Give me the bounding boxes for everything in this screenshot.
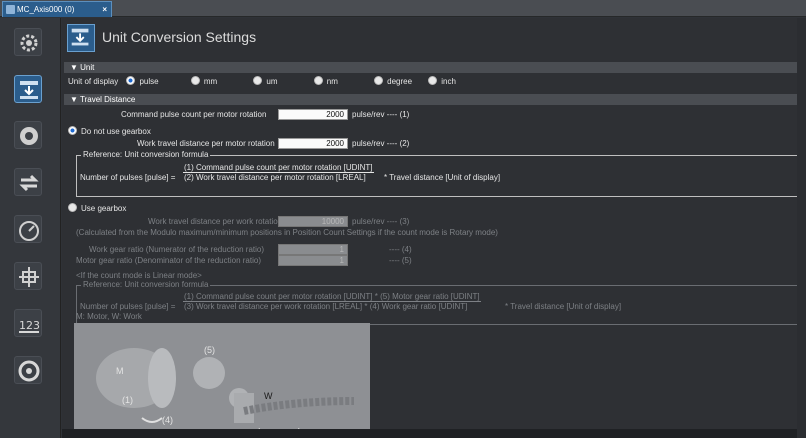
work-travel-unit: pulse/rev ---- (2) (352, 139, 410, 148)
unit-option-label: nm (326, 77, 338, 86)
unit-conversion-panel: Unit Conversion Settings ▼ Unit Unit of … (62, 18, 806, 438)
homing-settings-button[interactable] (14, 356, 42, 384)
unit-option-label: degree (387, 77, 413, 86)
unit-radio-degree[interactable] (374, 76, 384, 85)
work-rotation-input[interactable]: 10000 (278, 216, 348, 227)
document-tab-bar: MC_Axis000 (0) × (0, 0, 806, 17)
motor-gear-ratio-label: Motor gear ratio (Denominator of the red… (76, 256, 261, 265)
work-rotation-unit: pulse/rev ---- (3) (352, 217, 410, 226)
gearbox-formula-fraction: (1) Command pulse count per motor rotati… (183, 292, 481, 311)
other-operation-settings-button[interactable] (14, 168, 42, 196)
work-travel-label: Work travel distance per motor rotation (137, 139, 275, 148)
axis-icon (6, 5, 15, 14)
command-pulse-input[interactable]: 2000 (278, 109, 348, 120)
gearbox-formula-prefix: Number of pulses [pulse] = (80, 302, 176, 311)
motor-gear-ratio-input[interactable]: 1 (278, 255, 348, 266)
gearbox-formula-denominator: (3) Work travel distance per work rotati… (184, 302, 468, 311)
unit-of-display-label: Unit of display (68, 77, 119, 86)
gearbox-formula-suffix: * Travel distance [Unit of display] (505, 302, 622, 311)
motor-gear-ratio-unit: ---- (5) (389, 256, 412, 265)
unit-radio-nm[interactable] (313, 76, 323, 85)
horizontal-scrollbar[interactable] (62, 429, 797, 438)
operation-settings-button[interactable] (14, 121, 42, 149)
target-icon (18, 360, 40, 382)
page-title: Unit Conversion Settings (102, 29, 257, 45)
crosshair-icon (19, 267, 39, 287)
formula-prefix: Number of pulses [pulse] = (80, 173, 176, 182)
unit-conversion-icon (67, 24, 95, 52)
servo-drive-settings-button[interactable]: 123 (14, 309, 42, 337)
travel-distance-section-header[interactable]: ▼ Travel Distance (64, 94, 797, 105)
gearbox-formula-numerator: (1) Command pulse count per motor rotati… (183, 292, 481, 302)
tab-title: MC_Axis000 (0) (17, 5, 75, 14)
numeric-123-icon: 123 (19, 319, 40, 333)
linear-mode-note: <If the count mode is Linear mode> (76, 271, 202, 280)
gearbox-illustration: M W (1) (4) (5) (74, 323, 370, 438)
no-gearbox-radio[interactable] (68, 126, 77, 135)
gearbox-formula-title: Reference: Unit conversion formula (81, 280, 211, 289)
unit-radio-inch[interactable] (428, 76, 438, 85)
unit-option-label: inch (441, 77, 456, 86)
calculation-note: (Calculated from the Modulo maximum/mini… (76, 228, 498, 237)
gear-diagram (96, 348, 355, 434)
gearbox-radio[interactable] (68, 203, 77, 212)
unit-option-label: pulse (139, 77, 159, 86)
limit-settings-button[interactable] (14, 215, 42, 243)
close-icon[interactable]: × (102, 2, 107, 17)
work-travel-input[interactable]: 2000 (278, 138, 348, 149)
gearbox-label: Use gearbox (81, 204, 127, 213)
unit-radio-pulse[interactable] (126, 76, 136, 85)
motor-label: M (116, 366, 124, 376)
svg-text:123: 123 (19, 319, 40, 332)
unit-option-label: mm (203, 77, 218, 86)
work-gear-ratio-input[interactable]: 1 (278, 244, 348, 255)
label-1: (1) (122, 395, 133, 405)
unit-section-header[interactable]: ▼ Unit (64, 62, 797, 73)
gauge-icon (19, 221, 39, 241)
unit-radio-mm[interactable] (190, 76, 200, 85)
formula-numerator: (1) Command pulse count per motor rotati… (183, 163, 374, 173)
page-header: Unit Conversion Settings (64, 22, 504, 54)
work-gear-ratio-unit: ---- (4) (389, 245, 412, 254)
no-gearbox-option[interactable]: Do not use gearbox (62, 126, 151, 136)
formula-suffix: * Travel distance [Unit of display] (384, 173, 501, 182)
label-4: (4) (162, 415, 173, 425)
reference-formula-box: Reference: Unit conversion formula Numbe… (76, 150, 802, 197)
command-pulse-label: Command pulse count per motor rotation (121, 110, 267, 119)
unit-conversion-settings-button[interactable] (14, 75, 42, 103)
formula-denominator: (2) Work travel distance per motor rotat… (184, 173, 366, 182)
gearbox-option[interactable]: Use gearbox (62, 203, 126, 213)
vertical-scrollbar[interactable] (797, 18, 806, 438)
tab-mc-axis000[interactable]: MC_Axis000 (0) × (2, 1, 112, 17)
ruler-arrows-icon (20, 81, 38, 99)
label-5: (5) (204, 345, 215, 355)
unit-option-label: um (266, 77, 278, 86)
legend-note: M: Motor, W: Work (76, 312, 142, 321)
motor-icon (20, 127, 38, 145)
unit-radio-um[interactable] (253, 76, 263, 85)
work-label: W (264, 391, 273, 401)
gear-icon (20, 34, 38, 52)
work-gear-ratio-label: Work gear ratio (Numerator of the reduct… (89, 245, 265, 254)
reference-formula-title: Reference: Unit conversion formula (81, 150, 211, 159)
work-rotation-label: Work travel distance per work rotation (148, 217, 283, 226)
gearbox-formula-box: Reference: Unit conversion formula Numbe… (76, 280, 802, 325)
settings-sidebar: 123 (0, 18, 61, 438)
command-pulse-unit: pulse/rev ---- (1) (352, 110, 410, 119)
formula-fraction: (1) Command pulse count per motor rotati… (183, 163, 374, 182)
arrows-icon (19, 174, 39, 192)
unit-of-display-row: Unit of display pulse mm um nm degree in… (68, 76, 456, 86)
axis-basic-settings-button[interactable] (14, 28, 42, 56)
position-count-settings-button[interactable] (14, 262, 42, 290)
no-gearbox-label: Do not use gearbox (81, 127, 151, 136)
